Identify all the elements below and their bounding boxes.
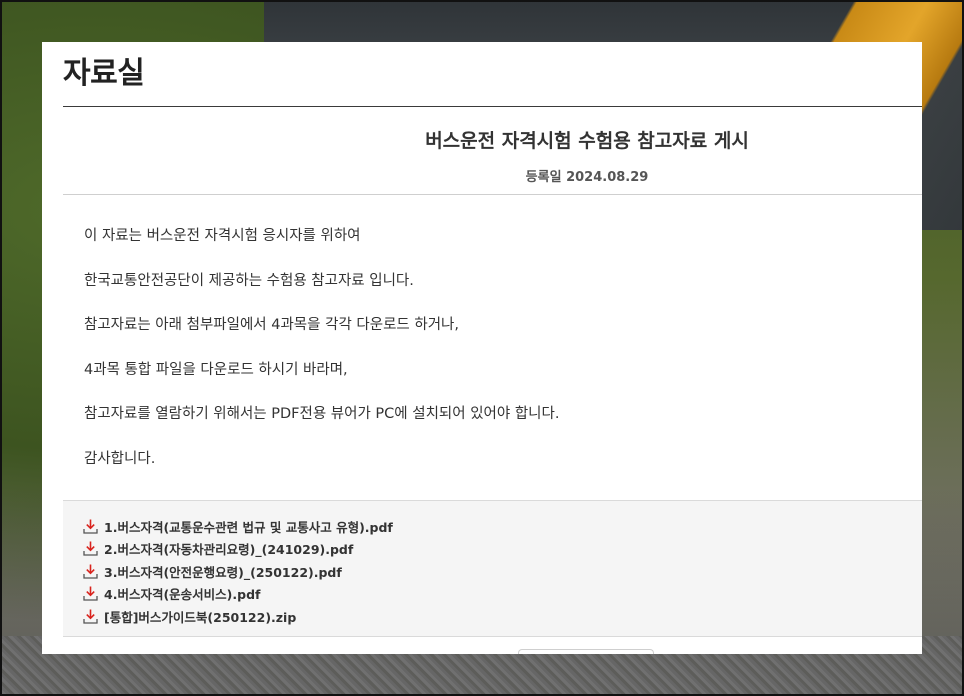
download-icon xyxy=(83,564,98,579)
attachment-filename: [통합]버스가이드북(250122).zip xyxy=(104,609,297,625)
body-paragraph: 4과목 통합 파일을 다운로드 하시기 바라며, xyxy=(84,361,348,378)
body-paragraph: 참고자료는 아래 첨부파일에서 4과목을 각각 다운로드 하거나, xyxy=(84,317,459,334)
body-paragraph: 이 자료는 버스운전 자격시험 응시자를 위하여 xyxy=(84,228,361,244)
attachment-filename: 4.버스자격(운송서비스).pdf xyxy=(104,587,261,603)
attachment-list: 1.버스자격(교통운수관련 법규 및 교통사고 유형).pdf 2.버스자격(자… xyxy=(63,500,922,637)
attachment-link[interactable]: [통합]버스가이드북(250122).zip xyxy=(82,605,922,628)
header-divider xyxy=(63,194,922,195)
body-paragraph: 감사합니다. xyxy=(84,450,156,467)
list-button[interactable] xyxy=(518,649,654,654)
body-paragraph: 한국교통안전공단이 제공하는 수험용 참고자료 입니다. xyxy=(84,272,414,289)
download-icon xyxy=(83,519,98,534)
download-icon xyxy=(83,586,98,601)
attachment-link[interactable]: 2.버스자격(자동차관리요령)_(241029).pdf xyxy=(82,538,922,561)
attachment-link[interactable]: 1.버스자격(교통운수관련 법규 및 교통사고 유형).pdf xyxy=(82,515,922,538)
attachment-filename: 2.버스자격(자동차관리요령)_(241029).pdf xyxy=(104,542,354,558)
download-icon xyxy=(83,609,98,624)
page-title: 자료실 xyxy=(63,57,145,90)
attachment-link[interactable]: 3.버스자격(안전운행요령)_(250122).pdf xyxy=(82,560,922,583)
post-body: 이 자료는 버스운전 자격시험 응시자를 위하여 한국교통안전공단이 제공하는 … xyxy=(84,226,904,494)
attachment-filename: 1.버스자격(교통운수관련 법규 및 교통사고 유형).pdf xyxy=(104,519,393,535)
content-panel: 자료실 버스운전 자격시험 수험용 참고자료 게시 등록일 2024.08.29… xyxy=(42,42,922,654)
body-paragraph: 참고자료를 열람하기 위해서는 PDF전용 뷰어가 PC에 설치되어 있어야 합… xyxy=(84,406,560,423)
attachment-filename: 3.버스자격(안전운행요령)_(250122).pdf xyxy=(104,564,342,580)
attachment-link[interactable]: 4.버스자격(운송서비스).pdf xyxy=(82,583,922,606)
post-date: 등록일 2024.08.29 xyxy=(525,170,649,185)
title-divider xyxy=(63,106,922,107)
post-title: 버스운전 자격시험 수험용 참고자료 게시 xyxy=(425,130,749,152)
download-icon xyxy=(83,541,98,556)
